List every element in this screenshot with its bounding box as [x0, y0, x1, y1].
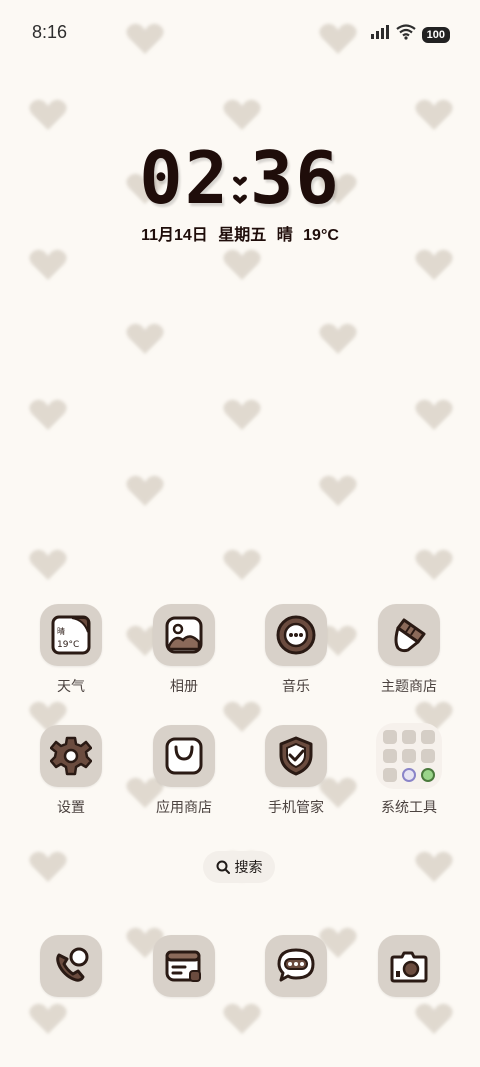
heart-separator-icon [230, 153, 250, 213]
dock-contacts[interactable] [139, 935, 229, 997]
wallpaper-heart [415, 1003, 453, 1034]
signal-icon [370, 24, 390, 45]
folder-mini-app-icon [383, 749, 397, 763]
app-weather[interactable]: 晴 19°C 天气 [26, 604, 116, 696]
status-bar: 8:16 100 [0, 20, 480, 50]
contacts-card-icon [165, 950, 201, 982]
app-system-tools-folder[interactable]: 系统工具 [364, 723, 454, 817]
folder-mini-app-icon [421, 730, 435, 744]
wallpaper-heart [415, 549, 453, 580]
folder-mini-app-icon [402, 768, 416, 782]
app-label: 系统工具 [381, 799, 437, 815]
folder-mini-app-icon [402, 749, 416, 763]
search-icon [216, 860, 230, 874]
gallery-icon [165, 616, 203, 654]
gear-icon [50, 736, 92, 776]
wallpaper-heart [29, 1003, 67, 1034]
app-store[interactable]: 应用商店 [139, 725, 229, 817]
wallpaper-heart [29, 399, 67, 430]
wallpaper-heart [223, 99, 261, 130]
messages-icon [277, 948, 315, 982]
folder-mini-app-icon [383, 730, 397, 744]
theme-store-icon [394, 618, 426, 653]
dock-phone[interactable] [26, 935, 116, 997]
app-theme-store[interactable]: 主题商店 [364, 604, 454, 696]
battery-indicator: 100 [421, 26, 450, 43]
app-label: 相册 [170, 678, 198, 694]
clock-widget[interactable]: 02 36 [0, 136, 480, 220]
wallpaper-heart [415, 399, 453, 430]
folder-mini-app-icon [402, 730, 416, 744]
weather-icon: 晴 19°C [51, 615, 91, 655]
wifi-icon [395, 24, 416, 45]
dock-camera[interactable] [364, 935, 454, 997]
app-gallery[interactable]: 相册 [139, 604, 229, 696]
app-label: 手机管家 [268, 799, 324, 815]
weather-icon-temp: 19°C [57, 640, 79, 650]
wallpaper-heart [415, 851, 453, 882]
folder-mini-app-icon [421, 768, 435, 782]
folder-mini-app-icon [421, 749, 435, 763]
wallpaper-heart [223, 399, 261, 430]
clock-hours: 02 [139, 136, 230, 220]
wallpaper-heart [319, 323, 357, 354]
dock-messages[interactable] [251, 935, 341, 997]
app-label: 设置 [57, 799, 85, 815]
shopping-bag-icon [165, 737, 203, 775]
wallpaper-heart [223, 1003, 261, 1034]
search-label: 搜索 [234, 859, 263, 875]
wallpaper-heart [126, 323, 164, 354]
app-music[interactable]: 音乐 [251, 604, 341, 696]
camera-icon [390, 951, 428, 983]
date-weather-line: 11月14日 星期五 晴 19°C [141, 227, 339, 244]
wallpaper-heart [29, 851, 67, 882]
weather-icon-condition: 晴 [57, 626, 65, 636]
search-button[interactable]: 搜索 [203, 851, 275, 883]
wallpaper-heart [223, 249, 261, 280]
app-label: 音乐 [282, 678, 310, 694]
music-icon [276, 615, 316, 655]
app-label: 主题商店 [381, 678, 437, 694]
clock-minutes: 36 [250, 136, 341, 220]
folder-icon [376, 723, 442, 789]
wallpaper-heart [415, 249, 453, 280]
wallpaper-heart [29, 99, 67, 130]
app-label: 应用商店 [156, 799, 212, 815]
folder-mini-app-icon [383, 768, 397, 782]
wallpaper-heart [29, 249, 67, 280]
wallpaper-heart [415, 99, 453, 130]
app-label: 天气 [57, 678, 85, 694]
wallpaper-heart [29, 549, 67, 580]
phone-icon [56, 947, 89, 982]
wallpaper-heart [319, 475, 357, 506]
status-time: 8:16 [32, 22, 68, 42]
shield-check-icon [279, 736, 313, 776]
app-settings[interactable]: 设置 [26, 725, 116, 817]
wallpaper-heart [126, 475, 164, 506]
app-phone-manager[interactable]: 手机管家 [251, 725, 341, 817]
wallpaper-heart [223, 549, 261, 580]
